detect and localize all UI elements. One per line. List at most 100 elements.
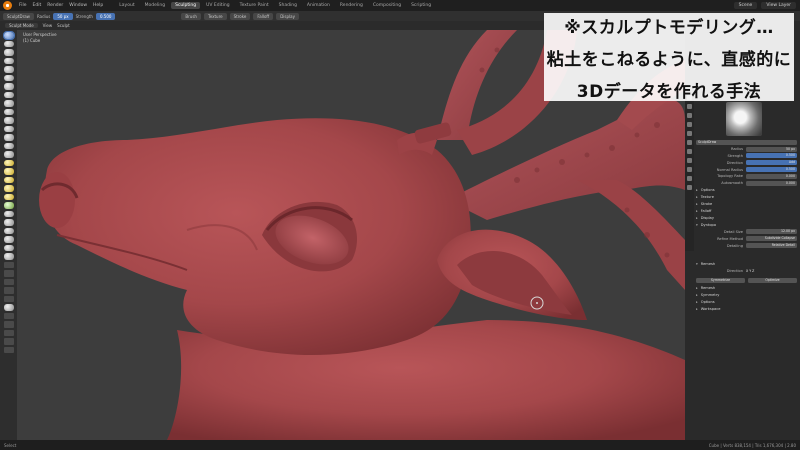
optimize-button[interactable]: Optimize [748, 277, 797, 283]
multiplane-scrape-brush-icon[interactable] [3, 142, 14, 149]
object-tab-icon[interactable] [687, 149, 692, 154]
fill-brush-icon[interactable] [3, 125, 14, 132]
texture-menu[interactable]: Texture [203, 12, 227, 20]
texture-section[interactable]: Texture [696, 194, 800, 201]
inflate-brush-icon[interactable] [3, 83, 14, 90]
scene-selector[interactable]: Scene [733, 2, 758, 9]
layer-brush-icon[interactable] [3, 74, 14, 81]
line-project-icon[interactable] [3, 295, 14, 302]
box-trim-icon[interactable] [3, 287, 14, 294]
dyntopo-section[interactable]: Dyntopo [696, 222, 800, 229]
refine-method-field[interactable]: Subdivide Collapse [746, 236, 797, 242]
tab-layout[interactable]: Layout [115, 2, 138, 9]
mask-brush-icon[interactable] [3, 253, 14, 260]
view-menu[interactable]: View [43, 23, 53, 28]
mesh-filter-icon[interactable] [3, 304, 14, 311]
menu-file[interactable]: File [16, 3, 30, 8]
view-layer-tab-icon[interactable] [687, 122, 692, 127]
blob-brush-icon[interactable] [3, 91, 14, 98]
menu-render[interactable]: Render [44, 3, 66, 8]
workspace-section[interactable]: Workspace [696, 306, 800, 313]
autosmooth-field[interactable]: 0.000 [746, 180, 797, 186]
tab-shading[interactable]: Shading [275, 2, 301, 9]
pose-brush-icon[interactable] [3, 193, 14, 200]
material-tab-icon[interactable] [687, 185, 692, 190]
box-face-set-icon[interactable] [3, 278, 14, 285]
box-hide-icon[interactable] [3, 270, 14, 277]
strength-prop-field[interactable]: 0.500 [746, 153, 797, 159]
sculpt-menu[interactable]: Sculpt [57, 23, 70, 28]
modifier-tab-icon[interactable] [687, 158, 692, 163]
scene-tab-icon[interactable] [687, 131, 692, 136]
view-layer-selector[interactable]: View Layer [761, 2, 796, 9]
nudge-brush-icon[interactable] [3, 202, 14, 209]
detail-size-field[interactable]: 12.00 px [746, 229, 797, 235]
topology-rake-field[interactable]: 0.000 [746, 173, 797, 179]
tab-texture-paint[interactable]: Texture Paint [236, 2, 273, 9]
menu-window[interactable]: Window [66, 3, 90, 8]
menu-edit[interactable]: Edit [30, 3, 45, 8]
physics-tab-icon[interactable] [687, 176, 692, 181]
cloth-brush-icon[interactable] [3, 236, 14, 243]
snake-hook-brush-icon[interactable] [3, 176, 14, 183]
tab-compositing[interactable]: Compositing [369, 2, 405, 9]
strength-field[interactable]: 0.500 [95, 12, 116, 20]
box-mask-icon[interactable] [3, 261, 14, 268]
boundary-brush-icon[interactable] [3, 227, 14, 234]
scrape-brush-icon[interactable] [3, 134, 14, 141]
world-tab-icon[interactable] [687, 140, 692, 145]
blender-logo-icon[interactable] [3, 1, 12, 10]
elastic-deform-brush-icon[interactable] [3, 168, 14, 175]
radius-prop-field[interactable]: 50 px [746, 146, 797, 152]
crease-brush-icon[interactable] [3, 100, 14, 107]
options-section[interactable]: Options [696, 187, 800, 194]
normal-radius-field[interactable]: 0.500 [746, 167, 797, 173]
detailing-field[interactable]: Relative Detail [746, 243, 797, 249]
move-icon[interactable] [3, 312, 14, 319]
direction-prop-field[interactable]: Add [746, 160, 797, 166]
display-section[interactable]: Display [696, 215, 800, 222]
clay-brush-icon[interactable] [3, 49, 14, 56]
symmetry-section[interactable]: Symmetry [696, 292, 800, 299]
tab-animation[interactable]: Animation [303, 2, 334, 9]
remesh-direction-field[interactable]: X Y Z [746, 269, 797, 274]
scale-icon[interactable] [3, 329, 14, 336]
draw-sharp-brush-icon[interactable] [3, 40, 14, 47]
annotate-icon[interactable] [3, 346, 14, 353]
brush-menu[interactable]: Brush [181, 12, 201, 20]
tab-sculpting[interactable]: Sculpting [171, 2, 201, 9]
tab-scripting[interactable]: Scripting [407, 2, 435, 9]
render-tab-icon[interactable] [687, 104, 692, 109]
draw-brush-icon[interactable] [2, 31, 15, 40]
display-menu[interactable]: Display [276, 12, 299, 20]
falloff-section[interactable]: Falloff [696, 208, 800, 215]
flatten-brush-icon[interactable] [3, 117, 14, 124]
transform-icon[interactable] [3, 338, 14, 345]
falloff-menu[interactable]: Falloff [253, 12, 274, 20]
mode-selector[interactable]: Sculpt Mode [5, 23, 38, 28]
brush-selector[interactable]: SculptDraw [3, 12, 34, 20]
clay-strips-brush-icon[interactable] [3, 57, 14, 64]
brush-preview-thumbnail[interactable] [726, 102, 762, 136]
options-bottom-section[interactable]: Options [696, 299, 800, 306]
tab-uv-editing[interactable]: UV Editing [202, 2, 233, 9]
rotate-icon[interactable] [3, 321, 14, 328]
output-tab-icon[interactable] [687, 113, 692, 118]
remesh-section[interactable]: Remesh [696, 261, 800, 268]
remesh-subsection[interactable]: Remesh [696, 285, 800, 292]
tab-modeling[interactable]: Modeling [141, 2, 169, 9]
rotate-brush-icon[interactable] [3, 210, 14, 217]
stroke-section[interactable]: Stroke [696, 201, 800, 208]
brush-name-field[interactable]: SculptDraw [696, 139, 797, 145]
menu-help[interactable]: Help [90, 3, 106, 8]
simplify-brush-icon[interactable] [3, 244, 14, 251]
slide-relax-brush-icon[interactable] [3, 219, 14, 226]
grab-brush-icon[interactable] [3, 159, 14, 166]
stroke-menu[interactable]: Stroke [229, 12, 251, 20]
radius-field[interactable]: 50 px [53, 12, 73, 20]
smooth-brush-icon[interactable] [3, 108, 14, 115]
thumb-brush-icon[interactable] [3, 185, 14, 192]
particles-tab-icon[interactable] [687, 167, 692, 172]
tab-rendering[interactable]: Rendering [336, 2, 367, 9]
pinch-brush-icon[interactable] [3, 151, 14, 158]
